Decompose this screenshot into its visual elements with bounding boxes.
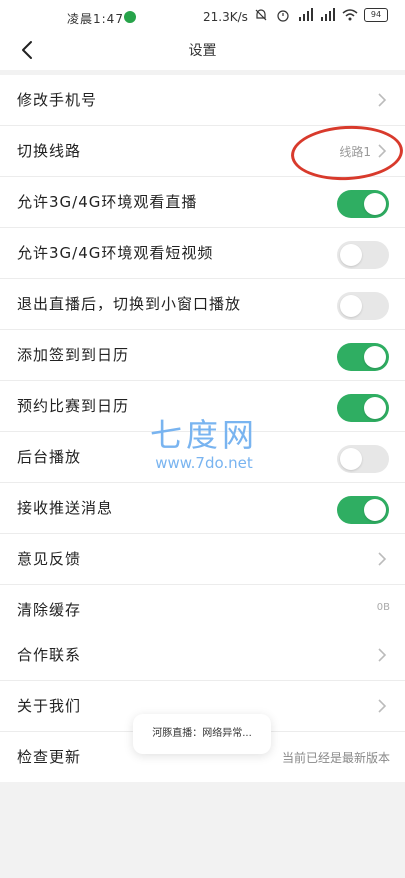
- setting-label: 关于我们: [17, 697, 82, 715]
- alarm-icon: [276, 8, 290, 22]
- toggle-switch[interactable]: [337, 292, 389, 320]
- setting-label: 允许3G/4G环境观看直播: [17, 193, 198, 211]
- battery-icon: 94: [364, 8, 388, 22]
- toggle-switch[interactable]: [337, 496, 389, 524]
- toggle-knob: [364, 193, 386, 215]
- page-title: 设置: [188, 43, 217, 59]
- chevron-right-icon: [377, 92, 387, 108]
- toggle-switch[interactable]: [337, 190, 389, 218]
- setting-change-phone[interactable]: 修改手机号: [0, 75, 405, 126]
- mute-bell-icon: [254, 8, 268, 22]
- toggle-knob: [364, 397, 386, 419]
- setting-short-video-on-mobile-data: 允许3G/4G环境观看短视频: [0, 228, 405, 279]
- setting-label: 退出直播后，切换到小窗口播放: [17, 295, 242, 313]
- network-speed: 21.3K/s: [203, 10, 248, 24]
- toggle-switch[interactable]: [337, 241, 389, 269]
- toggle-switch[interactable]: [337, 445, 389, 473]
- toggle-knob: [340, 295, 362, 317]
- signal-icon-2: [320, 8, 335, 22]
- setting-label: 后台播放: [17, 448, 82, 466]
- chevron-right-icon: [377, 647, 387, 663]
- setting-live-on-mobile-data: 允许3G/4G环境观看直播: [0, 177, 405, 228]
- update-status: 当前已经是最新版本: [281, 751, 390, 765]
- watermark-url: www.7do.net: [155, 454, 253, 472]
- watermark: 七度网 www.7do.net: [150, 410, 258, 472]
- setting-label: 合作联系: [17, 646, 82, 664]
- setting-label: 意见反馈: [17, 550, 82, 568]
- setting-label: 清除缓存: [17, 601, 82, 619]
- setting-clear-cache[interactable]: 清除缓存 0B: [0, 585, 405, 635]
- setting-label: 添加签到到日历: [17, 346, 130, 364]
- setting-feedback[interactable]: 意见反馈: [0, 534, 405, 585]
- toggle-switch[interactable]: [337, 343, 389, 371]
- nav-bar: 设置: [0, 34, 405, 70]
- toggle-knob: [364, 346, 386, 368]
- status-icons: 94: [254, 8, 388, 22]
- setting-cooperation[interactable]: 合作联系: [0, 630, 405, 681]
- toggle-knob: [340, 244, 362, 266]
- signal-icon: [298, 8, 313, 22]
- status-time: 凌晨1:47: [67, 12, 124, 26]
- chevron-right-icon: [377, 698, 387, 714]
- setting-label: 切换线路: [17, 142, 82, 160]
- chevron-right-icon: [377, 551, 387, 567]
- setting-label: 修改手机号: [17, 91, 98, 109]
- wifi-icon: [342, 8, 358, 22]
- setting-checkin-calendar: 添加签到到日历: [0, 330, 405, 381]
- setting-mini-window: 退出直播后，切换到小窗口播放: [0, 279, 405, 330]
- setting-push-notifications: 接收推送消息: [0, 483, 405, 534]
- cache-size: 0B: [376, 602, 390, 613]
- watermark-title: 七度网: [150, 416, 259, 454]
- toggle-switch[interactable]: [337, 394, 389, 422]
- about-group: 合作联系 关于我们 检查更新 当前已经是最新版本: [0, 630, 405, 782]
- toggle-knob: [340, 448, 362, 470]
- shield-icon: [124, 11, 136, 23]
- setting-label: 检查更新: [17, 748, 82, 766]
- toast-message: 河豚直播：网络异常...: [133, 714, 271, 754]
- status-bar: 凌晨1:47 21.3K/s 94: [0, 0, 405, 34]
- setting-label: 允许3G/4G环境观看短视频: [17, 244, 214, 262]
- setting-label: 接收推送消息: [17, 499, 114, 517]
- toggle-knob: [364, 499, 386, 521]
- setting-label: 预约比赛到日历: [17, 397, 130, 415]
